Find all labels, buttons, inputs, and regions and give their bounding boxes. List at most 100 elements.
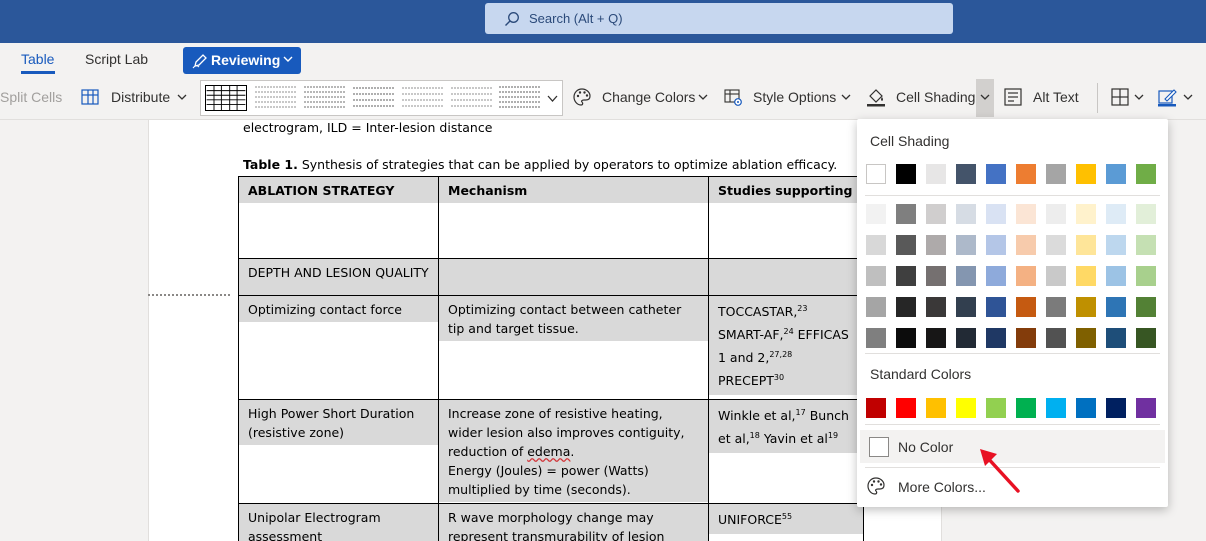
color-swatch[interactable] bbox=[926, 235, 946, 255]
color-swatch[interactable] bbox=[926, 204, 946, 224]
table-cell[interactable]: Optimizing contact between catheter tip … bbox=[438, 295, 709, 400]
distribute-button[interactable]: Distribute bbox=[111, 89, 170, 105]
cell-shading-dropdown-button[interactable] bbox=[976, 79, 994, 117]
color-swatch[interactable] bbox=[1016, 235, 1036, 255]
color-swatch[interactable] bbox=[926, 266, 946, 286]
standard-color-swatch[interactable] bbox=[926, 398, 946, 418]
color-swatch[interactable] bbox=[1076, 297, 1096, 317]
color-swatch[interactable] bbox=[866, 328, 886, 348]
color-swatch[interactable] bbox=[1106, 204, 1126, 224]
style-options-button[interactable]: Style Options bbox=[753, 89, 836, 105]
standard-color-swatch[interactable] bbox=[896, 398, 916, 418]
alt-text-button[interactable]: Alt Text bbox=[1033, 89, 1079, 105]
color-swatch[interactable] bbox=[1136, 266, 1156, 286]
standard-color-swatch[interactable] bbox=[1046, 398, 1066, 418]
color-swatch[interactable] bbox=[896, 328, 916, 348]
color-swatch[interactable] bbox=[926, 328, 946, 348]
table-cell[interactable]: High Power Short Duration (resistive zon… bbox=[238, 399, 439, 504]
color-swatch[interactable] bbox=[1076, 204, 1096, 224]
misspelled-word[interactable]: edema bbox=[527, 444, 570, 459]
more-colors-option[interactable]: More Colors... bbox=[898, 479, 986, 495]
color-swatch[interactable] bbox=[896, 266, 916, 286]
color-swatch[interactable] bbox=[1046, 297, 1066, 317]
color-swatch[interactable] bbox=[956, 164, 976, 184]
color-swatch[interactable] bbox=[1016, 328, 1036, 348]
table-cell[interactable]: Winkle et al,17 Bunch et al,18 Yavin et … bbox=[708, 399, 864, 504]
change-colors-button[interactable]: Change Colors bbox=[602, 89, 695, 105]
document-text-line[interactable]: electrogram, ILD = Inter-lesion distance bbox=[243, 120, 492, 135]
table-cell[interactable]: Increase zone of resistive heating, wide… bbox=[438, 399, 709, 504]
color-swatch[interactable] bbox=[866, 266, 886, 286]
table-style-thumb-4[interactable] bbox=[353, 85, 395, 111]
color-swatch[interactable] bbox=[986, 235, 1006, 255]
color-swatch[interactable] bbox=[1076, 266, 1096, 286]
color-swatch[interactable] bbox=[1136, 297, 1156, 317]
table-cell[interactable]: Unipolar Electrogram assessment bbox=[238, 503, 439, 541]
color-swatch[interactable] bbox=[986, 328, 1006, 348]
table-style-thumb-5[interactable] bbox=[402, 85, 444, 111]
standard-color-swatch[interactable] bbox=[1106, 398, 1126, 418]
table-cell[interactable]: Optimizing contact force bbox=[238, 295, 439, 400]
color-swatch[interactable] bbox=[1106, 297, 1126, 317]
tab-table[interactable]: Table bbox=[21, 51, 54, 67]
color-swatch[interactable] bbox=[956, 266, 976, 286]
color-swatch[interactable] bbox=[1076, 328, 1096, 348]
color-swatch[interactable] bbox=[896, 164, 916, 184]
color-swatch[interactable] bbox=[986, 204, 1006, 224]
color-swatch[interactable] bbox=[1046, 235, 1066, 255]
color-swatch[interactable] bbox=[1046, 164, 1066, 184]
table-cell[interactable]: DEPTH AND LESION QUALITY bbox=[238, 258, 439, 296]
color-swatch[interactable] bbox=[1136, 204, 1156, 224]
table-cell[interactable]: ABLATION STRATEGY bbox=[238, 176, 439, 259]
standard-color-swatch[interactable] bbox=[1016, 398, 1036, 418]
standard-color-swatch[interactable] bbox=[956, 398, 976, 418]
color-swatch[interactable] bbox=[1136, 164, 1156, 184]
table-cell[interactable]: UNIFORCE55 bbox=[708, 503, 864, 541]
color-swatch[interactable] bbox=[1016, 266, 1036, 286]
color-swatch[interactable] bbox=[1016, 204, 1036, 224]
color-swatch[interactable] bbox=[866, 164, 886, 184]
table-style-grid-thumb[interactable] bbox=[205, 85, 247, 111]
standard-color-swatch[interactable] bbox=[1136, 398, 1156, 418]
table-style-thumb-3[interactable] bbox=[304, 85, 346, 111]
table-style-thumb-2[interactable] bbox=[255, 85, 297, 111]
standard-color-swatch[interactable] bbox=[986, 398, 1006, 418]
color-swatch[interactable] bbox=[896, 297, 916, 317]
color-swatch[interactable] bbox=[1076, 235, 1096, 255]
table-cell[interactable]: Mechanism bbox=[438, 176, 709, 259]
color-swatch[interactable] bbox=[1046, 204, 1066, 224]
reviewing-mode-button[interactable]: Reviewing bbox=[183, 47, 301, 74]
split-cells-button[interactable]: Split Cells bbox=[0, 89, 62, 105]
borders-icon[interactable] bbox=[1110, 87, 1130, 107]
color-swatch[interactable] bbox=[1136, 235, 1156, 255]
document-table[interactable]: ABLATION STRATEGY Mechanism Studies supp… bbox=[238, 176, 864, 541]
color-swatch[interactable] bbox=[986, 164, 1006, 184]
color-swatch[interactable] bbox=[956, 204, 976, 224]
color-swatch[interactable] bbox=[1106, 164, 1126, 184]
color-swatch[interactable] bbox=[896, 204, 916, 224]
color-swatch[interactable] bbox=[1046, 266, 1066, 286]
table-styles-more-button[interactable] bbox=[543, 80, 563, 116]
color-swatch[interactable] bbox=[1016, 297, 1036, 317]
color-swatch[interactable] bbox=[1016, 164, 1036, 184]
color-swatch[interactable] bbox=[956, 328, 976, 348]
color-swatch[interactable] bbox=[1106, 266, 1126, 286]
cell-shading-button[interactable]: Cell Shading bbox=[896, 89, 975, 105]
color-swatch[interactable] bbox=[1076, 164, 1096, 184]
color-swatch[interactable] bbox=[866, 297, 886, 317]
color-swatch[interactable] bbox=[866, 235, 886, 255]
standard-color-swatch[interactable] bbox=[1076, 398, 1096, 418]
standard-color-swatch[interactable] bbox=[866, 398, 886, 418]
border-pen-icon[interactable] bbox=[1157, 87, 1177, 107]
color-swatch[interactable] bbox=[926, 164, 946, 184]
table-styles-gallery[interactable] bbox=[200, 80, 547, 116]
color-swatch[interactable] bbox=[896, 235, 916, 255]
table-cell[interactable] bbox=[708, 258, 864, 296]
color-swatch[interactable] bbox=[956, 235, 976, 255]
color-swatch[interactable] bbox=[866, 204, 886, 224]
color-swatch[interactable] bbox=[986, 297, 1006, 317]
table-cell[interactable] bbox=[438, 258, 709, 296]
tab-script-lab[interactable]: Script Lab bbox=[85, 51, 148, 67]
table-caption[interactable]: Table 1. Synthesis of strategies that ca… bbox=[243, 157, 837, 172]
search-box[interactable]: Search (Alt + Q) bbox=[485, 3, 953, 34]
